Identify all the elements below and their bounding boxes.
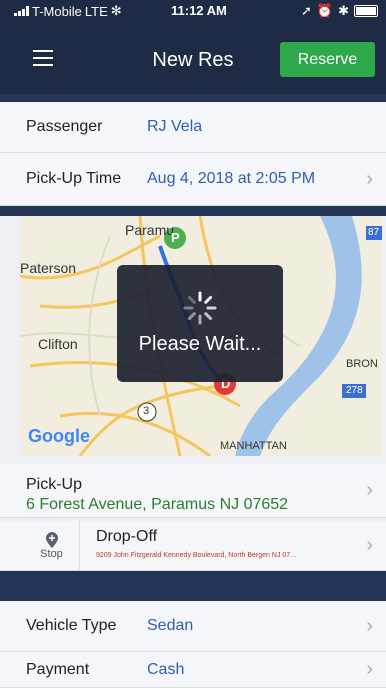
chevron-right-icon: ›	[366, 658, 373, 680]
signal-icon	[14, 6, 29, 16]
vehicle-type-label: Vehicle Type	[26, 617, 117, 634]
status-bar: T-Mobile LTE ✻ 11:12 AM ➚ ⏰ ✱	[0, 0, 386, 20]
bluetooth-icon: ✱	[338, 3, 349, 18]
status-left: T-Mobile LTE ✻	[14, 3, 122, 19]
google-logo: Google	[28, 426, 90, 446]
route-3-label: 3	[143, 405, 150, 417]
map-label-paramus: Paramu	[125, 222, 175, 238]
pickup-label: Pick-Up	[26, 476, 83, 493]
carrier-text: T-Mobile	[32, 3, 82, 19]
dropoff-address: 9209 John Fitzgerald Kennedy Boulevard, …	[96, 552, 297, 559]
chevron-right-icon: ›	[366, 167, 373, 190]
vehicle-type-value: Sedan	[147, 617, 194, 634]
passenger-label: Passenger	[26, 118, 103, 135]
pickup-pin-icon: P	[171, 230, 180, 245]
chevron-right-icon: ›	[366, 479, 373, 501]
vehicle-type-row[interactable]: Vehicle Type Sedan ›	[0, 601, 386, 652]
reserve-button[interactable]: Reserve	[280, 42, 375, 77]
route-278-label: 278	[346, 385, 363, 396]
pin-plus-icon	[45, 531, 58, 548]
map-label-clifton: Clifton	[38, 336, 78, 352]
section-divider	[0, 94, 386, 102]
passenger-value: RJ Vela	[147, 118, 203, 135]
payment-row[interactable]: Payment Cash ›	[0, 652, 386, 688]
nav-bar: New Res Reserve	[0, 20, 386, 94]
add-stop-button[interactable]: Stop	[24, 521, 80, 570]
pickup-time-value: Aug 4, 2018 at 2:05 PM	[147, 170, 316, 187]
status-right: ➚ ⏰ ✱	[301, 3, 378, 19]
loading-overlay: Please Wait...	[117, 265, 283, 382]
pickup-address: 6 Forest Avenue, Paramus NJ 07652	[26, 496, 289, 513]
location-arrow-icon: ➚	[301, 3, 312, 18]
network-text: LTE	[84, 3, 108, 19]
pickup-row[interactable]: Pick-Up 6 Forest Avenue, Paramus NJ 0765…	[0, 464, 386, 518]
section-divider	[0, 206, 386, 216]
route-87-label: 87	[368, 227, 380, 238]
pickup-time-row[interactable]: Pick-Up Time Aug 4, 2018 at 2:05 PM ›	[0, 153, 386, 206]
map-label-paterson: Paterson	[20, 260, 77, 276]
spinner-icon	[183, 291, 217, 325]
dropoff-label: Drop-Off	[96, 528, 158, 545]
passenger-row[interactable]: Passenger RJ Vela	[0, 102, 386, 153]
map-label-bronx: BRON	[346, 358, 378, 370]
battery-icon	[354, 5, 378, 17]
payment-label: Payment	[26, 660, 90, 678]
pickup-time-label: Pick-Up Time	[26, 170, 122, 187]
map-label-manhattan: MANHATTAN	[220, 440, 287, 452]
status-time: 11:12 AM	[171, 3, 227, 18]
alarm-icon: ⏰	[316, 3, 334, 18]
stop-label: Stop	[40, 547, 63, 560]
section-divider	[0, 571, 386, 601]
payment-value: Cash	[147, 660, 185, 678]
please-wait-text: Please Wait...	[138, 333, 262, 355]
activity-icon: ✻	[110, 3, 122, 18]
chevron-right-icon: ›	[366, 534, 373, 556]
chevron-right-icon: ›	[366, 614, 373, 637]
